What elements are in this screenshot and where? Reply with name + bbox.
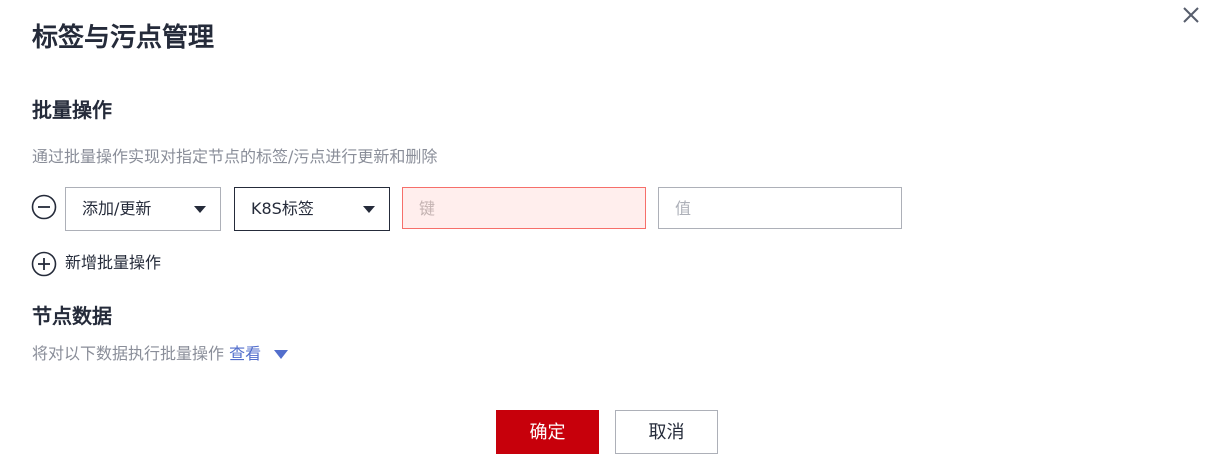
chevron-down-icon	[363, 206, 375, 213]
plus-circle-icon	[31, 251, 57, 277]
batch-description: 通过批量操作实现对指定节点的标签/污点进行更新和删除	[32, 147, 438, 166]
add-batch-operation-label: 新增批量操作	[65, 253, 162, 272]
dialog-title: 标签与污点管理	[32, 23, 215, 53]
tag-taint-dialog: 标签与污点管理 批量操作 通过批量操作实现对指定节点的标签/污点进行更新和删除 …	[0, 0, 1212, 473]
node-data-description: 将对以下数据执行批量操作 查看	[32, 343, 289, 365]
node-data-description-text: 将对以下数据执行批量操作	[32, 344, 225, 363]
caret-down-icon[interactable]	[274, 350, 289, 359]
minus-circle-icon[interactable]	[31, 194, 57, 220]
close-icon[interactable]	[1180, 4, 1202, 26]
action-select-value: 添加/更新	[82, 199, 152, 218]
node-data-heading: 节点数据	[32, 304, 112, 328]
cancel-button[interactable]: 取消	[615, 410, 718, 454]
type-select[interactable]: K8S标签	[234, 187, 390, 231]
value-input[interactable]	[658, 187, 902, 229]
confirm-button[interactable]: 确定	[496, 410, 599, 454]
view-link[interactable]: 查看	[229, 344, 261, 363]
action-select[interactable]: 添加/更新	[65, 187, 221, 231]
batch-heading: 批量操作	[32, 98, 112, 122]
type-select-value: K8S标签	[251, 199, 314, 218]
key-input[interactable]	[402, 187, 646, 229]
chevron-down-icon	[194, 206, 206, 213]
